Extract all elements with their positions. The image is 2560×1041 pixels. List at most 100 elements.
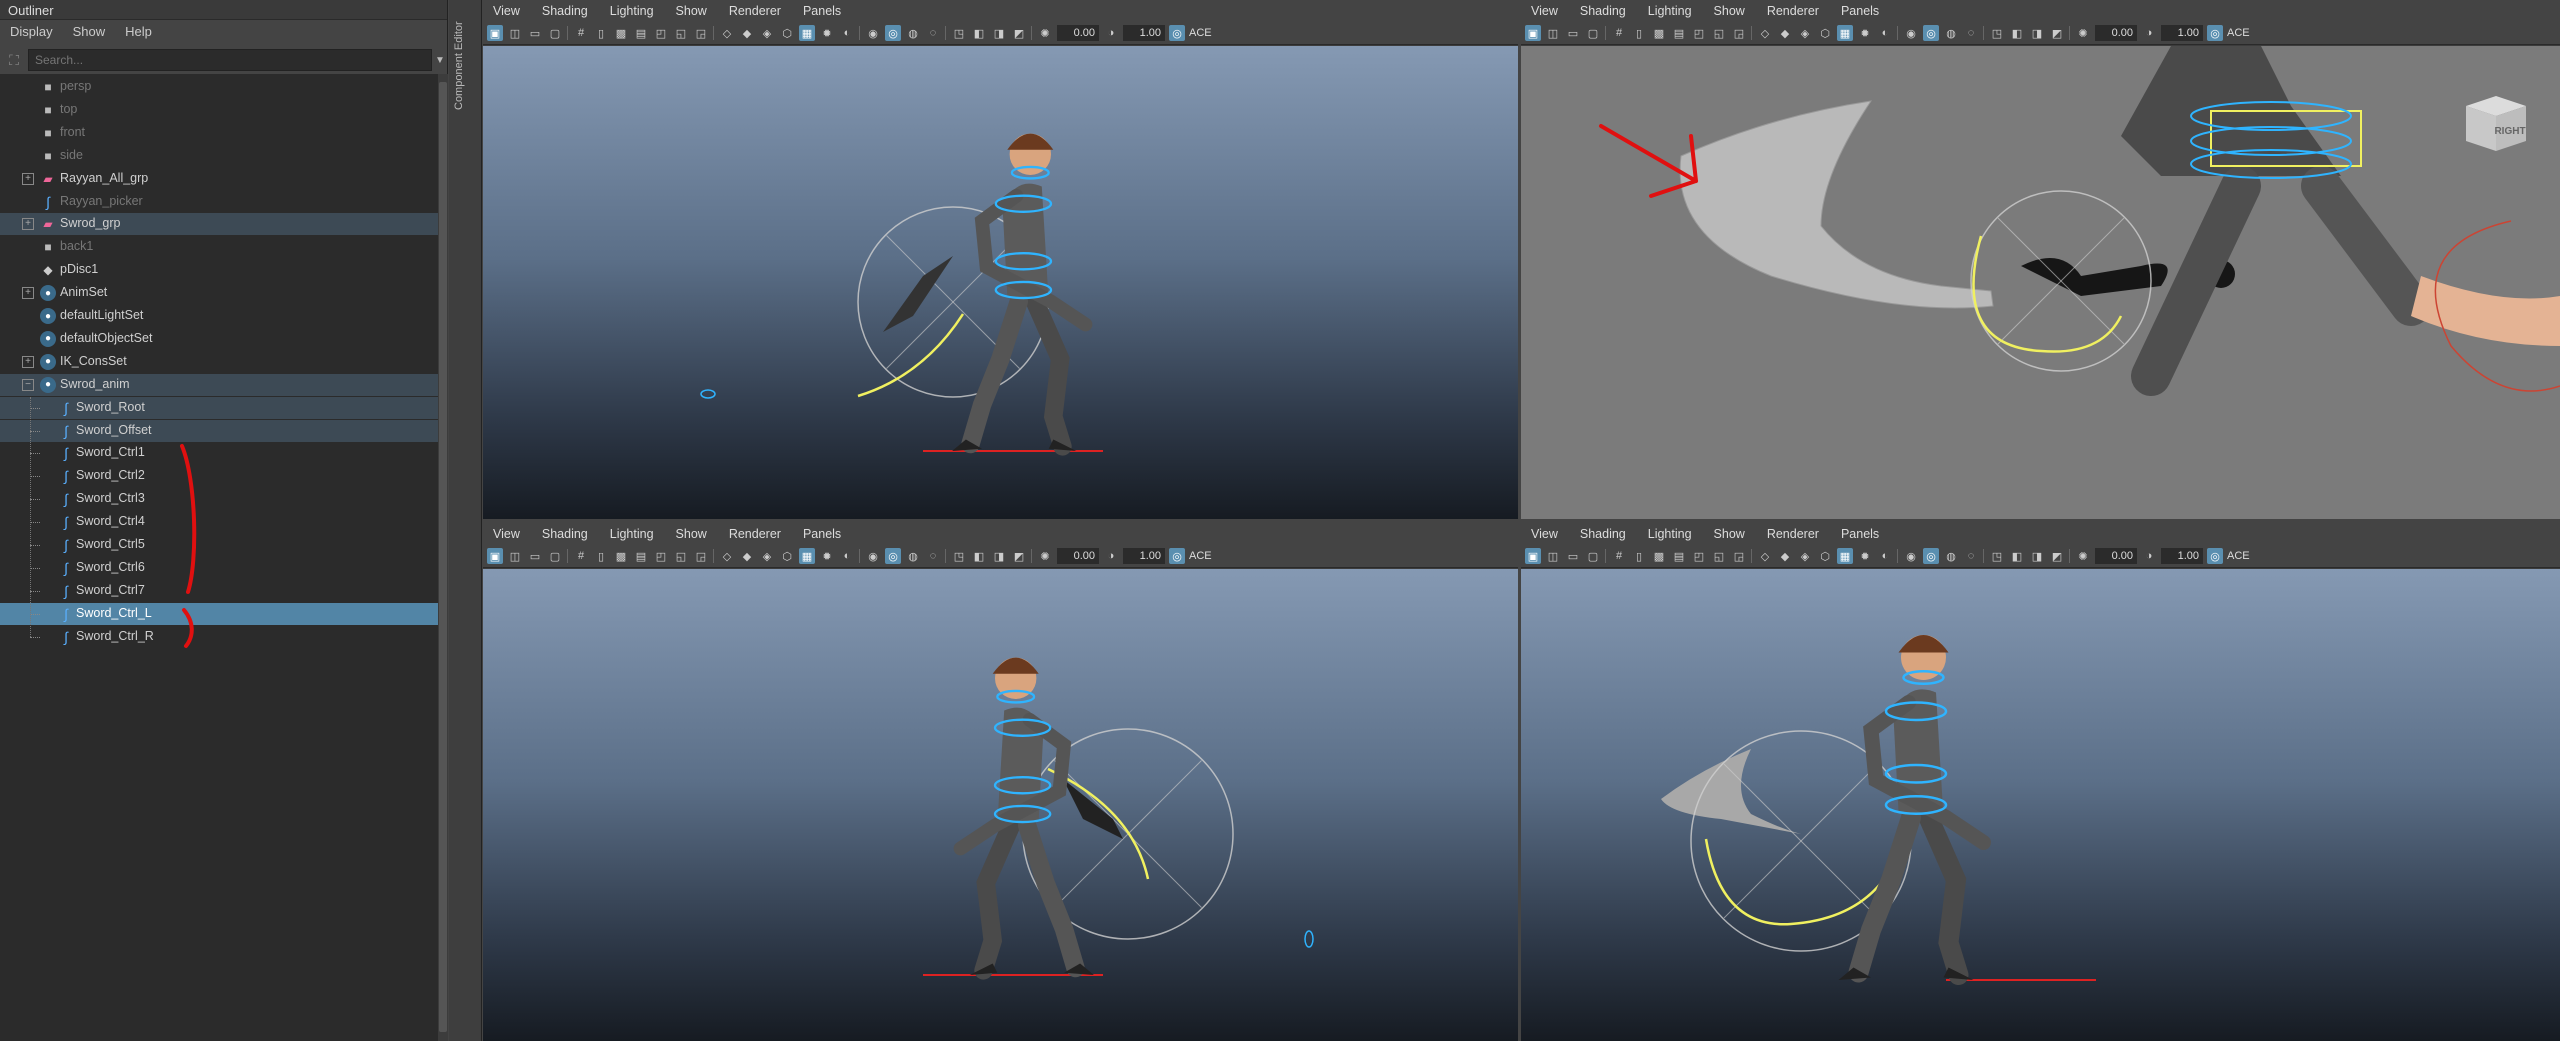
field-chart-icon[interactable]: ◰ — [653, 548, 669, 564]
use-default-material-icon[interactable]: ◈ — [759, 548, 775, 564]
chevron-down-icon[interactable]: ▼ — [432, 55, 448, 66]
bookmark-icon[interactable]: ▭ — [527, 25, 543, 41]
menu-lighting[interactable]: Lighting — [610, 527, 654, 541]
viewport-top-left[interactable]: View Shading Lighting Show Renderer Panels ▣ ◫ ▭… — [483, 0, 1518, 519]
bookmark-icon[interactable]: ▭ — [527, 548, 543, 564]
outliner-item[interactable]: ∫ Sword_Ctrl2 — [0, 465, 438, 487]
depth-of-field-icon[interactable]: ◌ — [925, 548, 941, 564]
motion-blur-icon[interactable]: ◎ — [885, 25, 901, 41]
gate-mask-icon[interactable]: ▤ — [633, 25, 649, 41]
resolution-gate-icon[interactable]: ▩ — [613, 25, 629, 41]
outliner-item[interactable]: ∫ Sword_Ctrl3 — [0, 488, 438, 510]
isolate-select-icon[interactable]: ◳ — [1989, 25, 2005, 41]
menu-panels[interactable]: Panels — [803, 527, 841, 541]
wireframe-on-shaded-icon[interactable]: ⬡ — [1817, 548, 1833, 564]
exposure-field[interactable]: 0.00 — [1057, 548, 1099, 564]
expand-icon[interactable]: + — [22, 287, 34, 300]
smooth-shade-icon[interactable]: ◆ — [739, 548, 755, 564]
grid-icon[interactable]: # — [573, 548, 589, 564]
outliner-item[interactable]: ■ front — [0, 122, 438, 144]
safe-title-icon[interactable]: ◲ — [1731, 548, 1747, 564]
menu-show[interactable]: Show — [1714, 527, 1745, 541]
menu-renderer[interactable]: Renderer — [1767, 4, 1819, 18]
search-input[interactable] — [28, 49, 432, 71]
outliner-item[interactable]: ◆ pDisc1 — [0, 259, 438, 281]
menu-panels[interactable]: Panels — [803, 4, 841, 18]
exposure-icon[interactable]: ✺ — [2075, 548, 2091, 564]
motion-blur-icon[interactable]: ◎ — [1923, 25, 1939, 41]
color-space-label[interactable]: ACE — [2227, 550, 2250, 562]
use-all-lights-icon[interactable]: ✹ — [819, 25, 835, 41]
component-editor-tab[interactable]: Component Editor — [449, 0, 482, 1041]
screen-space-ao-icon[interactable]: ◉ — [865, 25, 881, 41]
menu-lighting[interactable]: Lighting — [610, 4, 654, 18]
xray-active-icon[interactable]: ◩ — [1011, 548, 1027, 564]
outliner-item[interactable]: ● defaultLightSet — [0, 305, 438, 327]
color-space-label[interactable]: ACE — [1189, 27, 1212, 39]
menu-view[interactable]: View — [1531, 527, 1558, 541]
select-camera-icon[interactable]: ▣ — [487, 25, 503, 41]
outliner-scrollbar[interactable] — [438, 74, 448, 1041]
exposure-field[interactable]: 0.00 — [1057, 25, 1099, 41]
depth-of-field-icon[interactable]: ◌ — [925, 25, 941, 41]
viewport-bottom-right[interactable]: View Shading Lighting Show Renderer Panels ▣ ◫ ▭… — [1521, 523, 2560, 1041]
outliner-item[interactable]: + ● IK_ConsSet — [0, 351, 438, 373]
xray-icon[interactable]: ◧ — [971, 548, 987, 564]
menu-show[interactable]: Show — [73, 24, 106, 40]
film-gate-icon[interactable]: ▯ — [593, 25, 609, 41]
scrollbar-thumb[interactable] — [439, 82, 447, 1032]
gamma-field[interactable]: 1.00 — [2161, 548, 2203, 564]
screen-space-ao-icon[interactable]: ◉ — [865, 548, 881, 564]
grid-icon[interactable]: # — [1611, 548, 1627, 564]
wireframe-icon[interactable]: ◇ — [719, 548, 735, 564]
outliner-item[interactable]: ■ persp — [0, 76, 438, 98]
menu-renderer[interactable]: Renderer — [729, 527, 781, 541]
use-default-material-icon[interactable]: ◈ — [759, 25, 775, 41]
color-space-label[interactable]: ACE — [1189, 550, 1212, 562]
shadows-icon[interactable]: ◐ — [839, 548, 855, 564]
exposure-icon[interactable]: ✺ — [1037, 25, 1053, 41]
menu-panels[interactable]: Panels — [1841, 527, 1879, 541]
image-plane-icon[interactable]: ▢ — [547, 548, 563, 564]
viewport-canvas[interactable] — [1521, 569, 2560, 1041]
xray-icon[interactable]: ◧ — [971, 25, 987, 41]
textured-icon[interactable]: ▦ — [799, 548, 815, 564]
resolution-gate-icon[interactable]: ▩ — [1651, 548, 1667, 564]
camera-attributes-icon[interactable]: ◫ — [1545, 25, 1561, 41]
exposure-icon[interactable]: ✺ — [1037, 548, 1053, 564]
camera-attributes-icon[interactable]: ◫ — [507, 548, 523, 564]
film-gate-icon[interactable]: ▯ — [593, 548, 609, 564]
select-camera-icon[interactable]: ▣ — [1525, 25, 1541, 41]
wireframe-on-shaded-icon[interactable]: ⬡ — [1817, 25, 1833, 41]
smooth-shade-icon[interactable]: ◆ — [739, 25, 755, 41]
field-chart-icon[interactable]: ◰ — [653, 25, 669, 41]
expand-icon[interactable]: + — [22, 218, 34, 231]
gate-mask-icon[interactable]: ▤ — [1671, 548, 1687, 564]
safe-action-icon[interactable]: ◱ — [1711, 548, 1727, 564]
motion-blur-icon[interactable]: ◎ — [1923, 548, 1939, 564]
grid-icon[interactable]: # — [1611, 25, 1627, 41]
motion-blur-icon[interactable]: ◎ — [885, 548, 901, 564]
outliner-item[interactable]: ∫ Sword_Ctrl7 — [0, 580, 438, 602]
menu-panels[interactable]: Panels — [1841, 4, 1879, 18]
color-space-label[interactable]: ACE — [2227, 27, 2250, 39]
safe-action-icon[interactable]: ◱ — [673, 548, 689, 564]
xray-active-icon[interactable]: ◩ — [1011, 25, 1027, 41]
resolution-gate-icon[interactable]: ▩ — [613, 548, 629, 564]
safe-action-icon[interactable]: ◱ — [673, 25, 689, 41]
resolution-gate-icon[interactable]: ▩ — [1651, 25, 1667, 41]
field-chart-icon[interactable]: ◰ — [1691, 25, 1707, 41]
screen-space-ao-icon[interactable]: ◉ — [1903, 25, 1919, 41]
wireframe-icon[interactable]: ◇ — [1757, 548, 1773, 564]
exposure-icon[interactable]: ✺ — [2075, 25, 2091, 41]
use-default-material-icon[interactable]: ◈ — [1797, 548, 1813, 564]
menu-lighting[interactable]: Lighting — [1648, 4, 1692, 18]
outliner-item[interactable]: ∫ Sword_Ctrl6 — [0, 557, 438, 579]
safe-title-icon[interactable]: ◲ — [693, 548, 709, 564]
menu-show[interactable]: Show — [676, 4, 707, 18]
outliner-item[interactable]: + ● AnimSet — [0, 282, 438, 304]
gamma-field[interactable]: 1.00 — [2161, 25, 2203, 41]
exposure-field[interactable]: 0.00 — [2095, 25, 2137, 41]
textured-icon[interactable]: ▦ — [1837, 548, 1853, 564]
grid-icon[interactable]: # — [573, 25, 589, 41]
